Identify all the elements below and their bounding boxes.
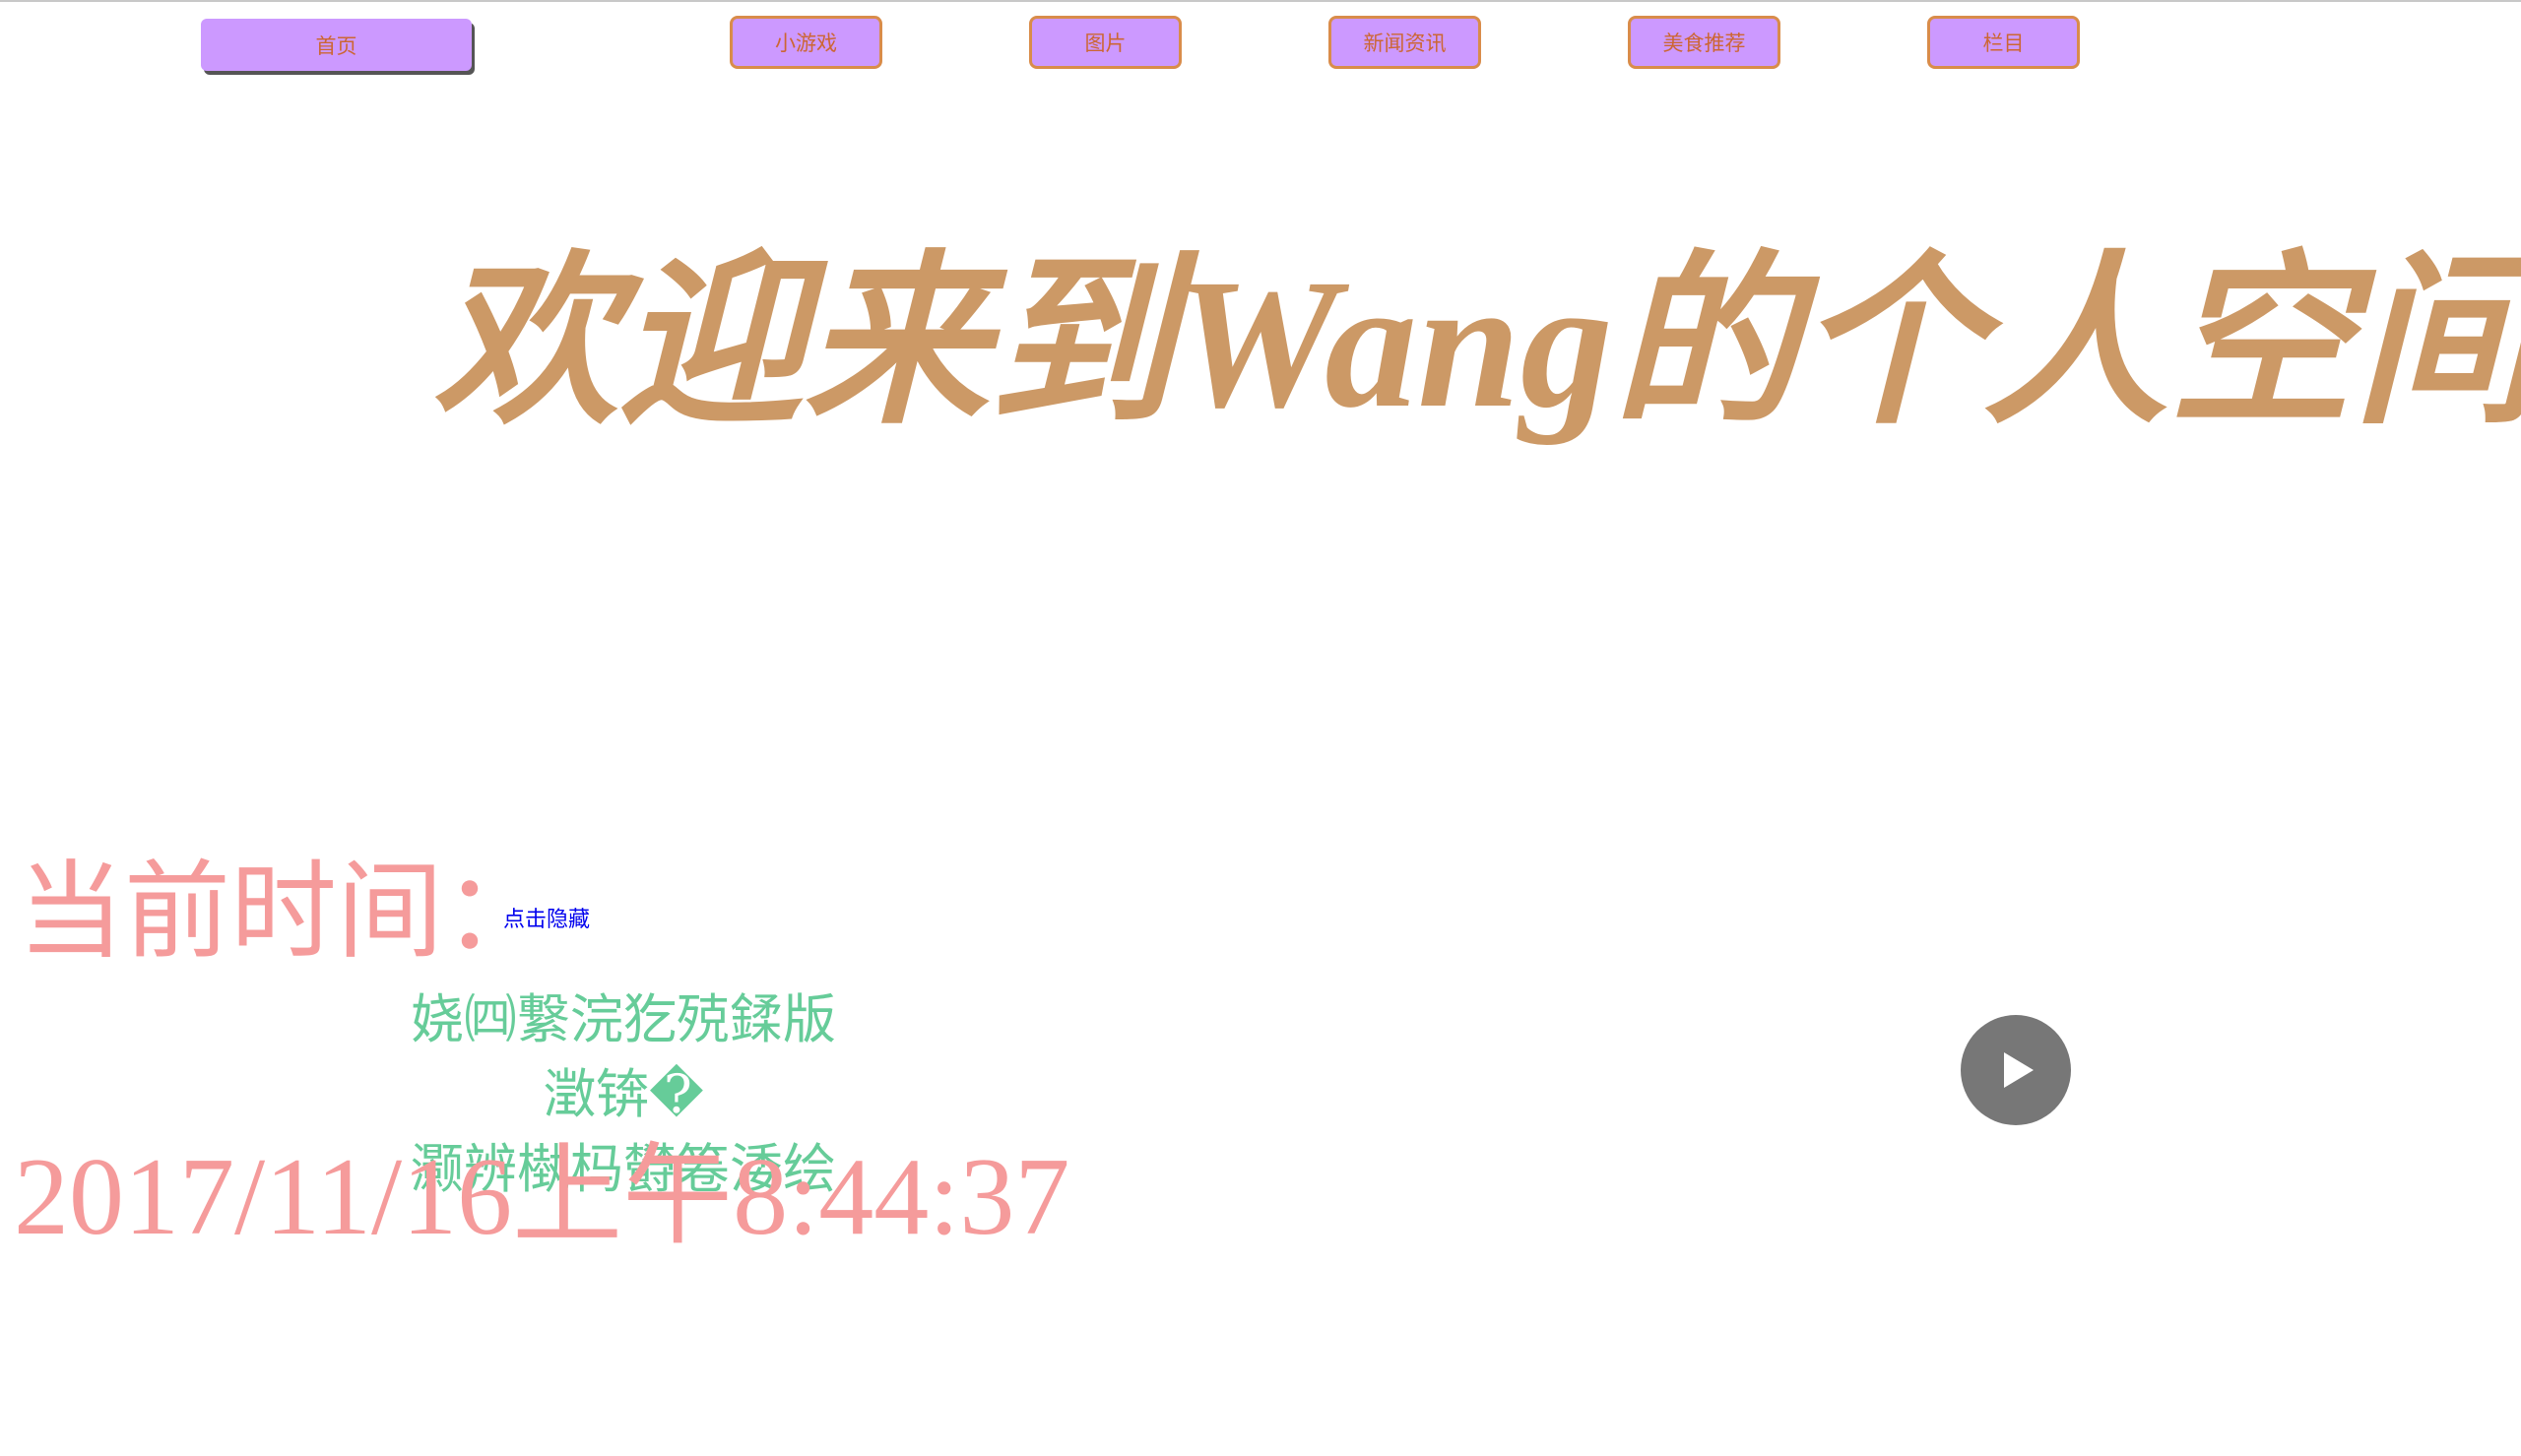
garbled-line: 澂锛�: [543, 1063, 704, 1125]
current-time-label: 当前时间：: [18, 855, 550, 972]
nav-pictures-button[interactable]: 图片: [1029, 16, 1182, 69]
play-icon: [2004, 1052, 2034, 1088]
nav-home-button[interactable]: 首页: [201, 19, 472, 71]
nav-food-button[interactable]: 美食推荐: [1628, 16, 1780, 69]
welcome-title: 欢迎来到Wang的个人空间: [433, 240, 2521, 446]
play-button[interactable]: [1961, 1015, 2071, 1125]
clock-display: 2017/11/16上午8:44:37: [14, 1136, 1070, 1258]
garbled-line: 娆㈣繋浣犵殑鍒版: [411, 988, 836, 1050]
top-divider: [0, 0, 2521, 2]
nav-games-button[interactable]: 小游戏: [730, 16, 882, 69]
nav-news-button[interactable]: 新闻资讯: [1328, 16, 1481, 69]
hide-link[interactable]: 点击隐藏: [503, 902, 590, 933]
nav-columns-button[interactable]: 栏目: [1927, 16, 2080, 69]
